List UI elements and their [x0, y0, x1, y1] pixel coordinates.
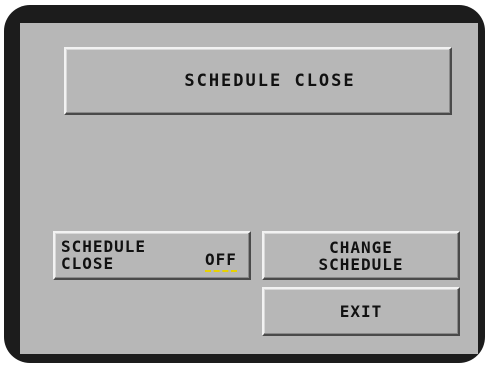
schedule-close-value: OFF	[205, 251, 237, 272]
atm-bezel: SCHEDULE CLOSE SCHEDULE CLOSE OFF CHANGE…	[4, 5, 485, 363]
screen-title-panel: SCHEDULE CLOSE	[64, 47, 452, 115]
exit-label: EXIT	[339, 302, 383, 321]
schedule-close-label: SCHEDULE CLOSE	[61, 237, 147, 273]
exit-button[interactable]: EXIT	[262, 287, 460, 336]
change-schedule-button[interactable]: CHANGE SCHEDULE	[262, 231, 460, 280]
change-schedule-label: CHANGE SCHEDULE	[318, 237, 404, 274]
atm-screen: SCHEDULE CLOSE SCHEDULE CLOSE OFF CHANGE…	[20, 23, 478, 354]
schedule-close-status: SCHEDULE CLOSE OFF	[53, 231, 251, 280]
screen-title: SCHEDULE CLOSE	[184, 71, 356, 91]
